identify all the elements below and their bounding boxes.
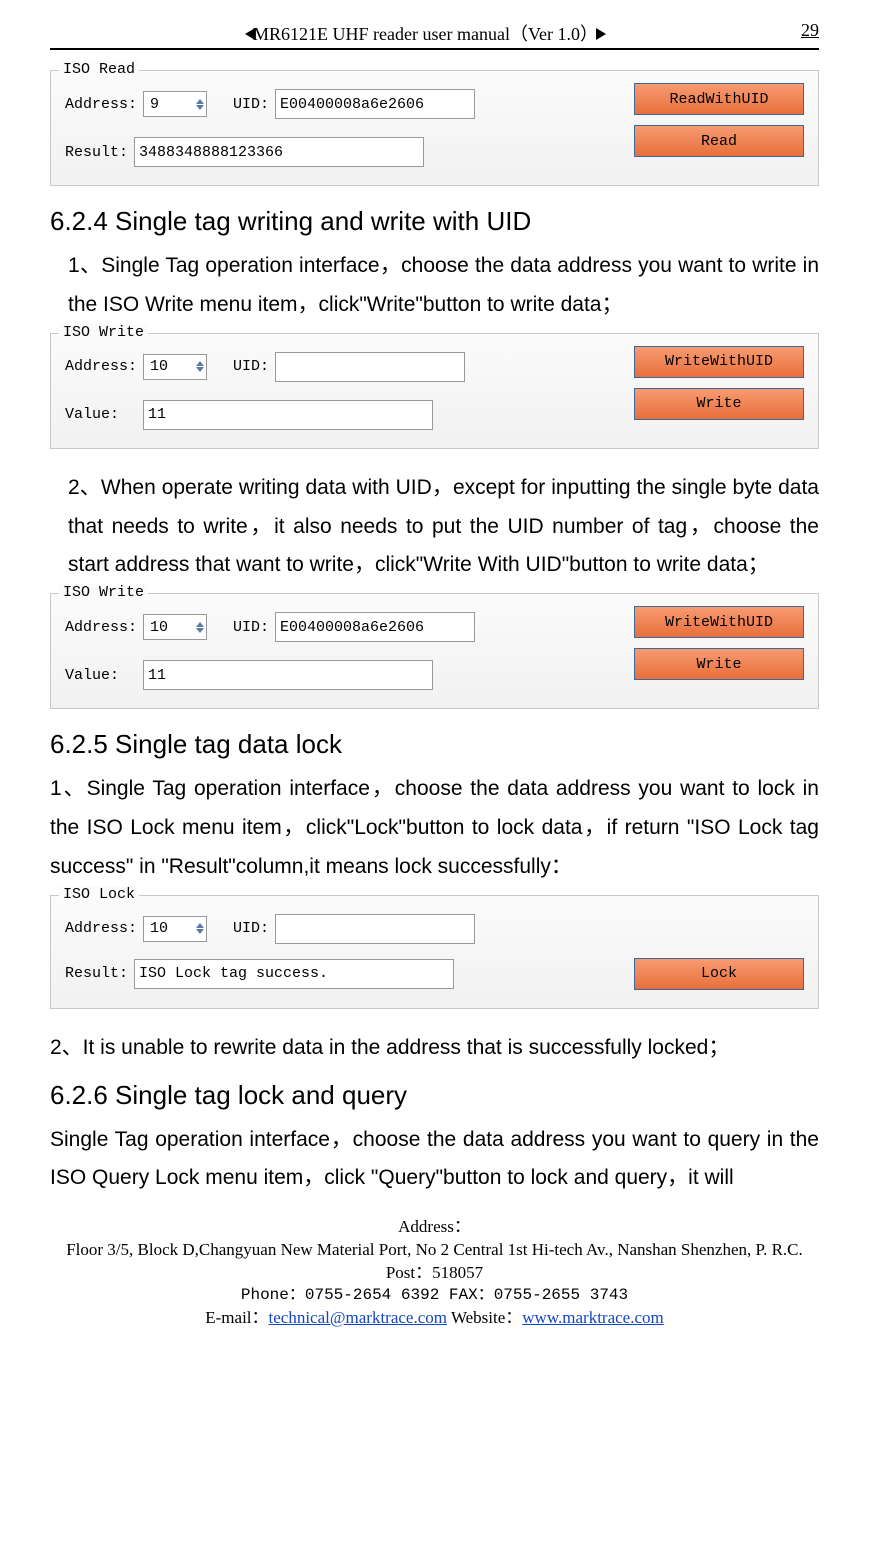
doc-title: MR6121E UHF reader user manual（Ver 1.0） [50,20,801,46]
footer-address: Floor 3/5, Block D,Changyuan New Materia… [50,1239,819,1285]
chevron-down-icon[interactable] [196,367,204,372]
para-625-1: 1、Single Tag operation interface，choose … [50,770,819,887]
uid-input[interactable] [275,352,465,382]
chevron-up-icon[interactable] [196,622,204,627]
read-with-uid-button[interactable]: ReadWithUID [634,83,804,115]
iso-lock-title: ISO Lock [59,886,139,903]
footer-email-link[interactable]: technical@marktrace.com [269,1308,447,1327]
result-label: Result: [65,965,128,982]
address-value: 9 [150,96,159,113]
spinner-buttons[interactable] [196,99,204,110]
page-header: MR6121E UHF reader user manual（Ver 1.0） … [50,20,819,50]
para-625-2: 2、It is unable to rewrite data in the ad… [50,1029,819,1068]
uid-label: UID: [233,358,269,375]
heading-625: 6.2.5 Single tag data lock [50,729,819,760]
iso-write-group-2: ISO Write Address: 10 UID: Value: WriteW… [50,593,819,709]
chevron-down-icon[interactable] [196,105,204,110]
write-button[interactable]: Write [634,648,804,680]
footer-phone: Phone：0755-2654 6392 FAX：0755-2655 3743 [50,1285,819,1307]
value-input[interactable] [143,400,433,430]
page-footer: Address： Floor 3/5, Block D,Changyuan Ne… [50,1216,819,1329]
lock-button[interactable]: Lock [634,958,804,990]
uid-label: UID: [233,920,269,937]
address-label: Address: [65,619,137,636]
write-button[interactable]: Write [634,388,804,420]
result-output [134,137,424,167]
chevron-down-icon[interactable] [196,628,204,633]
page-number: 29 [801,20,819,46]
heading-624: 6.2.4 Single tag writing and write with … [50,206,819,237]
iso-write-group-1: ISO Write Address: 10 UID: Value: WriteW… [50,333,819,449]
footer-web-link[interactable]: www.marktrace.com [522,1308,663,1327]
address-spinner[interactable]: 10 [143,354,207,380]
chevron-up-icon[interactable] [196,923,204,928]
iso-write-title-2: ISO Write [59,584,148,601]
address-value: 10 [150,619,168,636]
uid-input[interactable] [275,612,475,642]
address-value: 10 [150,358,168,375]
uid-input[interactable] [275,89,475,119]
iso-write-title-1: ISO Write [59,324,148,341]
chevron-up-icon[interactable] [196,361,204,366]
para-624-1: 1、Single Tag operation interface，choose … [50,247,819,325]
spinner-buttons[interactable] [196,923,204,934]
footer-web-label: Website： [447,1308,522,1327]
footer-address-label: Address： [50,1216,819,1239]
address-spinner[interactable]: 10 [143,614,207,640]
uid-label: UID: [233,96,269,113]
uid-label: UID: [233,619,269,636]
write-with-uid-button[interactable]: WriteWithUID [634,606,804,638]
value-label: Value: [65,667,119,684]
chevron-up-icon[interactable] [196,99,204,104]
address-value: 10 [150,920,168,937]
iso-read-title: ISO Read [59,61,139,78]
para-626-1: Single Tag operation interface，choose th… [50,1121,819,1199]
read-button[interactable]: Read [634,125,804,157]
address-spinner[interactable]: 9 [143,91,207,117]
address-spinner[interactable]: 10 [143,916,207,942]
footer-email-label: E-mail： [205,1308,268,1327]
address-label: Address: [65,96,137,113]
value-label: Value: [65,406,119,423]
spinner-buttons[interactable] [196,622,204,633]
iso-read-group: ISO Read Address: 9 UID: Result: ReadWit… [50,70,819,186]
value-input[interactable] [143,660,433,690]
iso-lock-group: ISO Lock Address: 10 UID: Result: Lock [50,895,819,1009]
heading-626: 6.2.6 Single tag lock and query [50,1080,819,1111]
write-with-uid-button[interactable]: WriteWithUID [634,346,804,378]
chevron-down-icon[interactable] [196,929,204,934]
uid-input[interactable] [275,914,475,944]
address-label: Address: [65,920,137,937]
para-624-2: 2、When operate writing data with UID，exc… [50,469,819,586]
address-label: Address: [65,358,137,375]
result-output [134,959,454,989]
result-label: Result: [65,144,128,161]
spinner-buttons[interactable] [196,361,204,372]
